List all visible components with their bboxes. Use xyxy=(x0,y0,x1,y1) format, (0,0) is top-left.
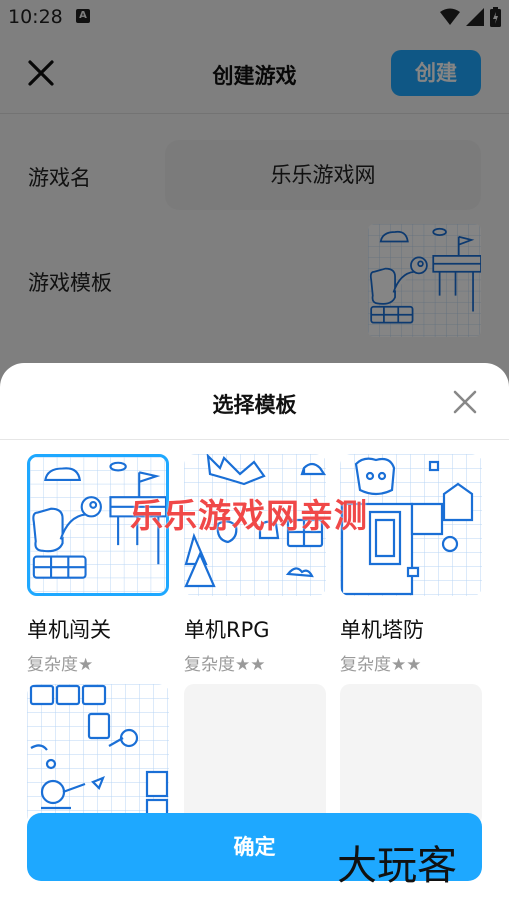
template-name: 单机塔防 xyxy=(340,618,424,642)
template-card-placeholder[interactable] xyxy=(340,684,482,826)
brand-watermark: 大玩客 xyxy=(337,843,457,889)
template-card-platformer[interactable]: 单机闯关 复杂度★ xyxy=(27,454,169,675)
template-thumbnail-placeholder xyxy=(184,684,326,826)
template-name: 单机RPG xyxy=(184,618,270,642)
template-card-shooter[interactable] xyxy=(27,684,169,826)
template-picker-sheet: 选择模板 单机闯关 复杂度★ 单机RPG 复杂度★★ 单机塔防 复杂度★★ 确定 xyxy=(0,363,509,909)
template-complexity: 复杂度★★ xyxy=(184,655,266,675)
template-complexity: 复杂度★ xyxy=(27,655,94,675)
close-icon[interactable] xyxy=(452,389,478,415)
template-card-placeholder[interactable] xyxy=(184,684,326,826)
watermark-text: 乐乐游戏网亲测 xyxy=(130,496,368,535)
sheet-title: 选择模板 xyxy=(212,393,297,417)
template-card-rpg[interactable]: 单机RPG 复杂度★★ xyxy=(184,454,326,675)
template-complexity: 复杂度★★ xyxy=(340,655,422,675)
template-name: 单机闯关 xyxy=(27,618,111,642)
template-thumbnail-placeholder xyxy=(340,684,482,826)
sheet-divider xyxy=(0,439,509,440)
template-thumbnail xyxy=(27,684,169,826)
shooter-illustration xyxy=(27,684,169,826)
template-card-tower-defense[interactable]: 单机塔防 复杂度★★ xyxy=(340,454,482,675)
